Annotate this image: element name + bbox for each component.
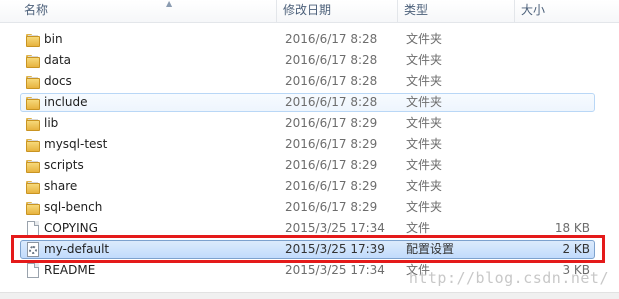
file-row[interactable]: scripts 2016/6/17 8:29 文件夹 <box>20 156 595 175</box>
file-name: my-default <box>44 242 110 256</box>
file-row[interactable]: my-default 2015/3/25 17:39 配置设置 2 KB <box>20 240 595 259</box>
file-modified-date: 2015/3/25 17:39 <box>285 242 385 256</box>
file-modified-date: 2016/6/17 8:29 <box>285 200 378 214</box>
file-row[interactable]: mysql-test 2016/6/17 8:29 文件夹 <box>20 135 595 154</box>
file-modified-date: 2015/3/25 17:34 <box>285 221 385 235</box>
file-modified-date: 2016/6/17 8:28 <box>285 32 378 46</box>
file-name: COPYING <box>44 221 98 235</box>
folder-icon <box>25 137 41 153</box>
folder-icon <box>25 116 41 132</box>
file-name: include <box>44 95 88 109</box>
file-modified-date: 2016/6/17 8:28 <box>285 74 378 88</box>
file-row[interactable]: docs 2016/6/17 8:28 文件夹 <box>20 72 595 91</box>
file-type: 文件夹 <box>406 32 443 46</box>
file-modified-date: 2016/6/17 8:29 <box>285 137 378 151</box>
file-type: 文件 <box>406 221 431 235</box>
file-name: lib <box>44 116 59 130</box>
file-size: 18 KB <box>554 221 590 235</box>
file-type: 文件夹 <box>406 53 443 67</box>
file-type: 文件夹 <box>406 116 443 130</box>
folder-icon <box>25 158 41 174</box>
file-modified-date: 2016/6/17 8:29 <box>285 116 378 130</box>
file-size: 2 KB <box>562 242 590 256</box>
file-row[interactable]: include 2016/6/17 8:28 文件夹 <box>20 93 595 112</box>
file-explorer: 名称 ▲ 修改日期 类型 大小 bin 2016/6/17 8:28 文件夹 data… <box>0 0 619 299</box>
file-modified-date: 2016/6/17 8:29 <box>285 179 378 193</box>
column-date-label: 修改日期 <box>283 3 332 17</box>
file-row[interactable]: bin 2016/6/17 8:28 文件夹 <box>20 30 595 49</box>
column-type-label: 类型 <box>404 3 429 17</box>
column-size-label: 大小 <box>521 3 546 17</box>
file-type: 文件夹 <box>406 95 443 109</box>
file-name: bin <box>44 32 63 46</box>
folder-icon <box>25 53 41 69</box>
sort-ascending-icon: ▲ <box>166 0 173 8</box>
folder-icon <box>25 32 41 48</box>
file-name: scripts <box>44 158 84 172</box>
file-row[interactable]: sql-bench 2016/6/17 8:29 文件夹 <box>20 198 595 217</box>
file-type: 文件夹 <box>406 179 443 193</box>
file-row[interactable]: lib 2016/6/17 8:29 文件夹 <box>20 114 595 133</box>
folder-icon <box>25 200 41 216</box>
folder-icon <box>25 74 41 90</box>
column-type-header[interactable]: 类型 <box>397 0 514 22</box>
file-row[interactable]: data 2016/6/17 8:28 文件夹 <box>20 51 595 70</box>
file-type: 文件夹 <box>406 158 443 172</box>
file-name: data <box>44 53 72 67</box>
folder-icon <box>25 179 41 195</box>
folder-icon <box>25 95 41 111</box>
file-type: 文件夹 <box>406 74 443 88</box>
file-type: 文件夹 <box>406 200 443 214</box>
column-name-header[interactable]: 名称 ▲ <box>18 0 276 22</box>
file-row[interactable]: share 2016/6/17 8:29 文件夹 <box>20 177 595 196</box>
file-name: sql-bench <box>44 200 103 214</box>
watermark: http://blog.csdn.net/ <box>408 269 609 287</box>
file-name: README <box>44 263 96 277</box>
file-icon <box>25 221 41 237</box>
file-name: mysql-test <box>44 137 108 151</box>
config-file-icon <box>25 242 41 258</box>
file-type: 文件夹 <box>406 137 443 151</box>
file-modified-date: 2016/6/17 8:28 <box>285 53 378 67</box>
file-name: share <box>44 179 78 193</box>
column-header: 名称 ▲ 修改日期 类型 大小 <box>0 0 619 23</box>
file-name: docs <box>44 74 72 88</box>
column-date-header[interactable]: 修改日期 <box>276 0 397 22</box>
file-modified-date: 2016/6/17 8:28 <box>285 95 378 109</box>
horizontal-scrollbar[interactable] <box>0 292 619 299</box>
file-icon <box>25 263 41 279</box>
file-modified-date: 2015/3/25 17:34 <box>285 263 385 277</box>
column-name-label: 名称 <box>24 3 49 17</box>
file-row[interactable]: COPYING 2015/3/25 17:34 文件 18 KB <box>20 219 595 238</box>
file-type: 配置设置 <box>406 242 455 256</box>
file-modified-date: 2016/6/17 8:29 <box>285 158 378 172</box>
column-size-header[interactable]: 大小 <box>514 0 600 22</box>
